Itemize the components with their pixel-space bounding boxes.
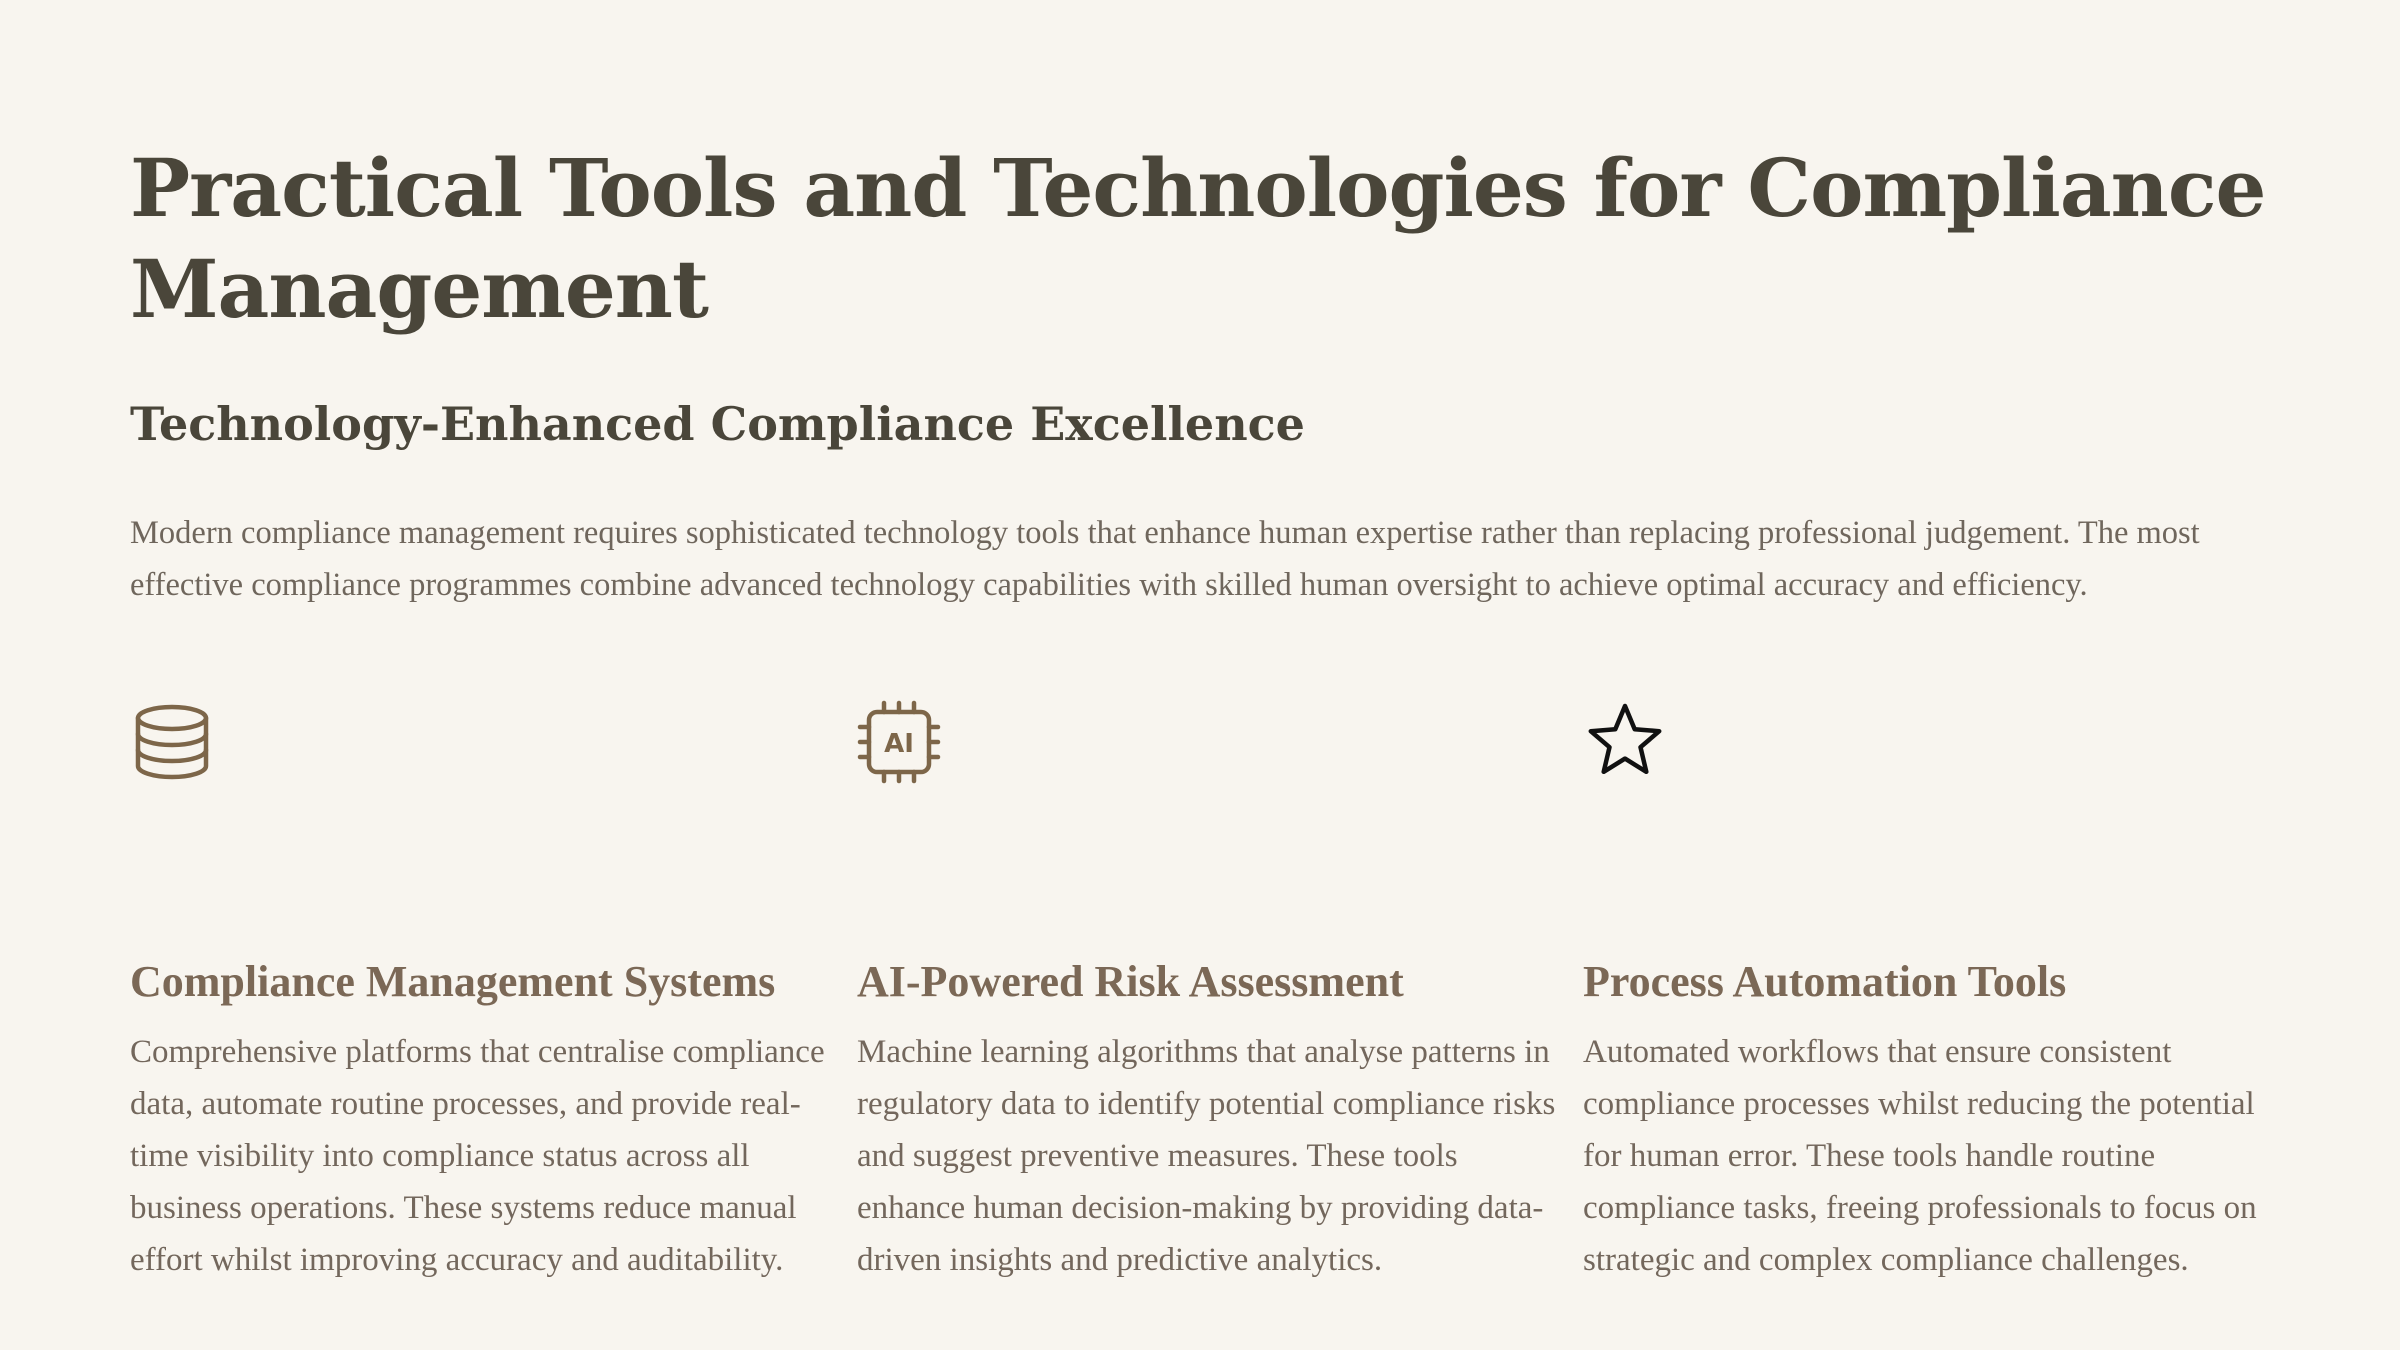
section-subtitle: Technology-Enhanced Compliance Excellenc… [130, 397, 1305, 451]
page-title: Practical Tools and Technologies for Com… [130, 141, 2266, 336]
feature-card-process-automation-tools: Process Automation Tools Automated workf… [1583, 700, 2283, 1278]
intro-paragraph: Modern compliance management requires so… [130, 515, 2200, 603]
feature-description: Automated workflows that ensure consiste… [1583, 1034, 2257, 1278]
feature-description: Comprehensive platforms that centralise … [130, 1034, 825, 1278]
star-icon [1583, 700, 1667, 784]
feature-card-ai-powered-risk-assessment: AI AI-Powered Risk Assessment Machine le… [857, 700, 1557, 1278]
feature-card-compliance-management-systems: Compliance Management Systems Comprehens… [130, 700, 830, 1278]
feature-title: AI-Powered Risk Assessment [857, 957, 1404, 1006]
slide: Practical Tools and Technologies for Com… [130, 138, 2270, 1278]
feature-description: Machine learning algorithms that analyse… [857, 1034, 1556, 1278]
ai-chip-icon: AI [857, 700, 941, 784]
ai-chip-label: AI [884, 729, 914, 759]
database-icon [130, 700, 214, 784]
feature-title: Process Automation Tools [1583, 957, 2067, 1006]
feature-title: Compliance Management Systems [130, 957, 776, 1006]
feature-grid: Compliance Management Systems Comprehens… [130, 700, 2270, 1350]
